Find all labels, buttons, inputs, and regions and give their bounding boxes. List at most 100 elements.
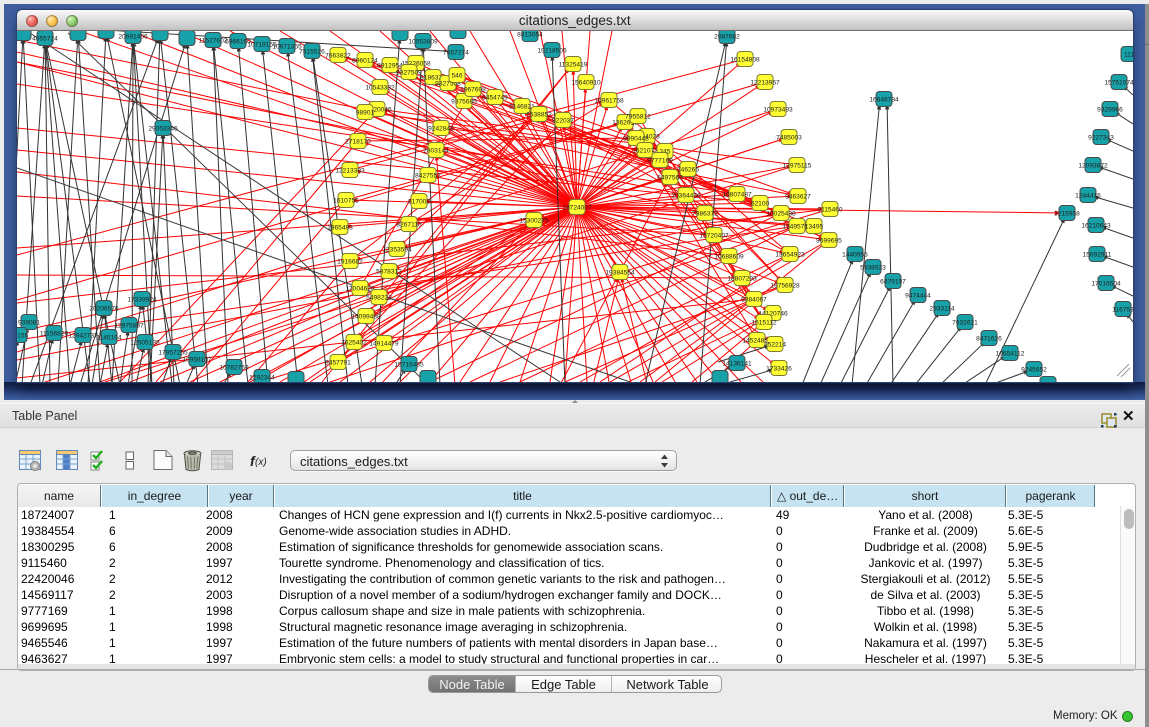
svg-text:13654923: 13654923	[775, 251, 805, 258]
svg-text:1440955: 1440955	[842, 251, 868, 258]
svg-text:9384067: 9384067	[741, 296, 767, 303]
svg-text:7955812: 7955812	[625, 113, 651, 120]
svg-text:17016504: 17016504	[1091, 280, 1121, 287]
svg-text:18807293: 18807293	[727, 275, 757, 282]
svg-text:14099488: 14099488	[351, 313, 381, 320]
svg-text:9457791: 9457791	[325, 359, 351, 366]
svg-text:16210643: 16210643	[1081, 222, 1111, 229]
svg-text:12505135: 12505135	[130, 339, 160, 346]
svg-text:8990448: 8990448	[623, 135, 649, 142]
svg-text:16961758: 16961758	[594, 97, 624, 104]
svg-text:10807487: 10807487	[722, 191, 752, 198]
svg-text:939081: 939081	[18, 319, 40, 326]
svg-text:8427552: 8427552	[415, 172, 441, 179]
svg-text:9115460: 9115460	[817, 206, 843, 213]
svg-text:1292344: 1292344	[249, 374, 275, 381]
svg-text:12353594: 12353594	[382, 246, 412, 253]
svg-text:1610755: 1610755	[333, 197, 359, 204]
svg-text:39155: 39155	[17, 332, 28, 339]
svg-text:10053809: 10053809	[408, 38, 438, 45]
svg-text:6497568: 6497568	[657, 174, 683, 181]
svg-text:10671355: 10671355	[272, 43, 302, 50]
svg-text:1733426: 1733426	[766, 365, 792, 372]
svg-text:7663822: 7663822	[325, 52, 351, 59]
svg-text:546: 546	[451, 72, 462, 79]
svg-text:(x): (x)	[255, 457, 267, 468]
svg-text:17004678: 17004678	[345, 285, 375, 292]
svg-text:10973493: 10973493	[763, 106, 793, 113]
svg-text:17339924: 17339924	[127, 296, 157, 303]
svg-text:11156829: 11156829	[40, 330, 69, 337]
svg-text:11325419: 11325419	[559, 61, 588, 68]
svg-text:12942737: 12942737	[68, 332, 98, 339]
svg-text:20364436: 20364436	[671, 192, 701, 199]
svg-text:822037: 822037	[552, 117, 574, 124]
svg-text:10543382: 10543382	[365, 84, 395, 91]
svg-text:1145194: 1145194	[96, 334, 122, 341]
svg-text:7857274: 7857274	[443, 49, 469, 56]
svg-text:62100: 62100	[751, 200, 770, 207]
svg-text:8267110: 8267110	[396, 221, 422, 228]
svg-text:252214: 252214	[764, 341, 786, 348]
svg-text:12975115: 12975115	[783, 162, 812, 169]
svg-text:9329966: 9329966	[1097, 106, 1123, 113]
svg-text:9227343: 9227343	[1088, 134, 1114, 141]
svg-text:817008: 817008	[408, 198, 430, 205]
svg-text:17957255: 17957255	[158, 349, 188, 356]
svg-text:20691406: 20691406	[118, 33, 148, 40]
svg-text:9327509: 9327509	[396, 69, 422, 76]
svg-text:10025438: 10025438	[766, 210, 796, 217]
svg-text:10688609: 10688609	[714, 253, 744, 260]
svg-text:16154808: 16154808	[730, 56, 760, 63]
svg-text:12093872: 12093872	[1078, 162, 1108, 169]
svg-text:18724007: 18724007	[562, 204, 592, 211]
svg-text:7386372: 7386372	[692, 210, 718, 217]
svg-text:9463627: 9463627	[785, 193, 811, 200]
svg-text:14136141: 14136141	[722, 360, 752, 367]
svg-text:19756928: 19756928	[770, 282, 800, 289]
svg-text:2718170: 2718170	[345, 138, 371, 145]
svg-text:116753: 116753	[1112, 306, 1132, 313]
svg-text:29053346: 29053346	[148, 125, 178, 132]
svg-text:2087682: 2087682	[714, 33, 740, 40]
svg-text:9242848: 9242848	[428, 125, 454, 132]
svg-text:14914479: 14914479	[369, 340, 399, 347]
svg-text:7515526: 7515526	[299, 48, 325, 55]
svg-text:9777169: 9777169	[647, 157, 673, 164]
svg-text:1538852: 1538852	[526, 111, 552, 118]
svg-text:8813054: 8813054	[517, 31, 543, 38]
svg-text:12975887: 12975887	[114, 322, 144, 329]
svg-text:9245652: 9245652	[1021, 366, 1047, 373]
svg-text:7632621: 7632621	[952, 319, 978, 326]
svg-text:7625402: 7625402	[341, 339, 367, 346]
svg-text:8960124: 8960124	[352, 57, 378, 64]
svg-text:5878312: 5878312	[376, 268, 402, 275]
svg-text:9474444: 9474444	[905, 292, 931, 299]
svg-text:3215958: 3215958	[1054, 210, 1080, 217]
svg-text:2803144: 2803144	[423, 147, 449, 154]
svg-text:15751074: 15751074	[1104, 79, 1132, 86]
svg-text:8471626: 8471626	[976, 335, 1002, 342]
svg-text:15692911: 15692911	[1083, 251, 1112, 258]
svg-text:2933114: 2933114	[929, 305, 955, 312]
svg-text:8454749: 8454749	[482, 94, 508, 101]
svg-text:7485003: 7485003	[776, 134, 802, 141]
svg-text:11527602: 11527602	[199, 37, 228, 44]
svg-text:1916682: 1916682	[337, 258, 363, 265]
svg-text:19384554: 19384554	[605, 269, 635, 276]
svg-text:4055724: 4055724	[32, 35, 58, 42]
svg-text:9375685: 9375685	[451, 98, 477, 105]
svg-text:15640910: 15640910	[571, 79, 601, 86]
svg-text:15300275: 15300275	[519, 217, 549, 224]
svg-text:9699695: 9699695	[816, 237, 842, 244]
svg-text:2967608: 2967608	[460, 86, 486, 93]
svg-text:12213967: 12213967	[750, 79, 780, 86]
svg-text:5498222: 5498222	[366, 294, 392, 301]
svg-text:20206576: 20206576	[89, 305, 119, 312]
svg-text:746266: 746266	[677, 166, 699, 173]
svg-text:6879197: 6879197	[880, 278, 906, 285]
svg-text:1615112: 1615112	[751, 319, 777, 326]
svg-text:19218506: 19218506	[537, 47, 567, 54]
svg-text:16648784: 16648784	[869, 96, 899, 103]
svg-text:1244415: 1244415	[1075, 192, 1101, 199]
